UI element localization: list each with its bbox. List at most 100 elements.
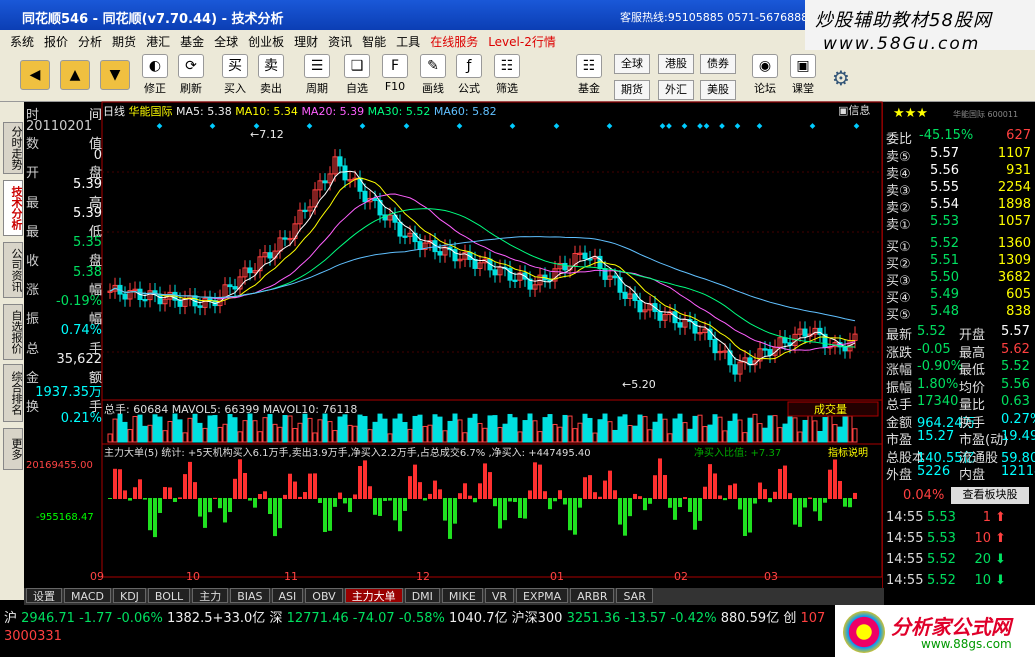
- menu-item[interactable]: 智能: [362, 33, 386, 50]
- toolbar-small-button[interactable]: 港股: [658, 54, 694, 74]
- indicator-tab[interactable]: DMI: [404, 588, 440, 603]
- arrow-icon: ▼: [100, 60, 130, 90]
- flow-bar: [683, 497, 687, 499]
- toolbar-button[interactable]: ƒ 公式: [452, 54, 486, 100]
- toolbar-small-button[interactable]: 期货: [614, 80, 650, 100]
- toolbar-small-button[interactable]: 全球: [614, 54, 650, 74]
- flow-bar: [638, 496, 642, 499]
- orderbook-price: 5.51: [930, 253, 959, 268]
- flow-bar: [663, 475, 667, 499]
- menu-item[interactable]: Level-2行情: [488, 33, 556, 50]
- stock-code-input[interactable]: 3000331: [4, 629, 62, 644]
- flow-bar: [723, 498, 727, 501]
- menu-item[interactable]: 期货: [112, 33, 136, 50]
- toolbar-button[interactable]: ☷ 基金: [572, 54, 606, 100]
- indicator-tab[interactable]: 设置: [26, 588, 62, 603]
- flow-bar: [263, 491, 267, 499]
- side-tab[interactable]: 分时走势: [3, 122, 23, 174]
- quote-cell: 最高: [959, 345, 986, 361]
- volume-bar: [632, 425, 638, 443]
- indicator-tab[interactable]: MIKE: [441, 588, 483, 603]
- menu-item[interactable]: 分析: [78, 33, 102, 50]
- side-tab[interactable]: 自选报价: [3, 304, 23, 360]
- flow-bar: [158, 498, 162, 513]
- arrow-icon: ▲: [60, 60, 90, 90]
- flow-bar: [643, 498, 647, 511]
- gear-icon[interactable]: ⚙: [832, 66, 850, 90]
- menu-item[interactable]: 全球: [214, 33, 238, 50]
- kline-chart[interactable]: ←7.12 ←5.20 总手: 60684 MAVOL5: 66399 MAVOL1…: [26, 101, 883, 583]
- down-arrow-icon: ⬇: [995, 552, 1006, 567]
- indicator-tab[interactable]: 主力大单: [344, 588, 403, 603]
- hotline: 客服热线:95105885 0571-56768888: [620, 11, 816, 24]
- menu-item[interactable]: 工具: [396, 33, 420, 50]
- flow-bar: [323, 498, 327, 532]
- info-button[interactable]: ▣信息: [838, 103, 870, 117]
- orderbook-volume: 605: [1006, 287, 1031, 302]
- indicator-tab[interactable]: MACD: [64, 588, 111, 603]
- side-tab[interactable]: 综合排名: [3, 364, 23, 422]
- menu-item[interactable]: 系统: [10, 33, 34, 50]
- tool-icon: ⟳: [178, 54, 204, 78]
- toolbar-button[interactable]: ▣ 课堂: [786, 54, 820, 100]
- toolbar-button[interactable]: 卖卖出: [254, 54, 288, 100]
- info-label-right: 手: [88, 341, 102, 357]
- candle: [507, 268, 513, 281]
- quote-cell: 5.52: [917, 324, 946, 339]
- nav-arrow-button[interactable]: ▲: [58, 60, 92, 106]
- toolbar-small-button[interactable]: 外汇: [658, 80, 694, 100]
- volume-bar: [157, 416, 163, 443]
- toolbar-small-button[interactable]: 美股: [700, 80, 736, 100]
- menu-item[interactable]: 基金: [180, 33, 204, 50]
- flow-bar: [503, 498, 507, 521]
- menu-item[interactable]: 港汇: [146, 33, 170, 50]
- toolbar-button[interactable]: ⟳ 刷新: [174, 54, 208, 100]
- flow-bar: [743, 498, 747, 536]
- tick-time: 14:55: [886, 510, 924, 525]
- flow-bar: [618, 498, 622, 525]
- menu-item[interactable]: 在线服务: [430, 33, 478, 50]
- indicator-tab[interactable]: VR: [484, 588, 514, 603]
- side-tab[interactable]: 公司资讯: [3, 242, 23, 298]
- side-tab[interactable]: 更多: [3, 428, 23, 470]
- toolbar-button[interactable]: ◉ 论坛: [748, 54, 782, 100]
- view-sector-button[interactable]: 查看板块股: [951, 487, 1029, 504]
- indicator-tab[interactable]: ARBR: [570, 588, 615, 603]
- volume-bar: [522, 420, 528, 443]
- indicator-tab[interactable]: SAR: [616, 588, 653, 603]
- flow-bar: [563, 498, 567, 505]
- indicator-tab[interactable]: EXPMA: [515, 588, 569, 603]
- info-value: 5.35: [73, 235, 102, 251]
- quote-cell: 5.56: [1001, 376, 1030, 392]
- toolbar-button[interactable]: F F10: [378, 54, 412, 100]
- indicator-tab[interactable]: BIAS: [230, 588, 270, 603]
- indicator-tab[interactable]: KDJ: [112, 588, 146, 603]
- quote-cell: -0.90%: [917, 359, 963, 374]
- toolbar-button[interactable]: ❑ 自选: [340, 54, 374, 100]
- indicator-tab[interactable]: ASI: [271, 588, 304, 603]
- toolbar-button[interactable]: 买买入: [218, 54, 252, 100]
- flow-bar: [213, 497, 217, 499]
- side-tab[interactable]: 技术分析: [3, 180, 23, 236]
- menu-item[interactable]: 理财: [294, 33, 318, 50]
- toolbar-button[interactable]: ☷ 筛选: [490, 54, 524, 100]
- nav-arrow-button[interactable]: ▼: [98, 60, 132, 106]
- pen-icon: ✎: [420, 54, 446, 78]
- indicator-tab[interactable]: OBV: [305, 588, 343, 603]
- toolbar-button[interactable]: ☰ 周期: [300, 54, 334, 100]
- menu-item[interactable]: 创业板: [248, 33, 284, 50]
- indicator-help-link[interactable]: 指标说明: [828, 446, 868, 459]
- toolbar-button[interactable]: ◐ 修正: [138, 54, 172, 100]
- toolbar-button[interactable]: ✎ 画线: [416, 54, 450, 100]
- menu-item[interactable]: 资讯: [328, 33, 352, 50]
- chart-area[interactable]: ←7.12 ←5.20 总手: 60684 MAVOL5: 66399 MAVOL1…: [26, 101, 883, 583]
- toolbar-small-button[interactable]: 债券: [700, 54, 736, 74]
- indicator-tab[interactable]: 主力: [192, 588, 229, 603]
- indicator-tab[interactable]: BOLL: [147, 588, 191, 603]
- flow-bar: [468, 495, 472, 499]
- orderbook-price: 5.54: [930, 197, 959, 212]
- flow-bar: [353, 494, 357, 499]
- nav-arrow-button[interactable]: ◀: [18, 60, 52, 106]
- flow-bar: [448, 498, 452, 539]
- menu-item[interactable]: 报价: [44, 33, 68, 50]
